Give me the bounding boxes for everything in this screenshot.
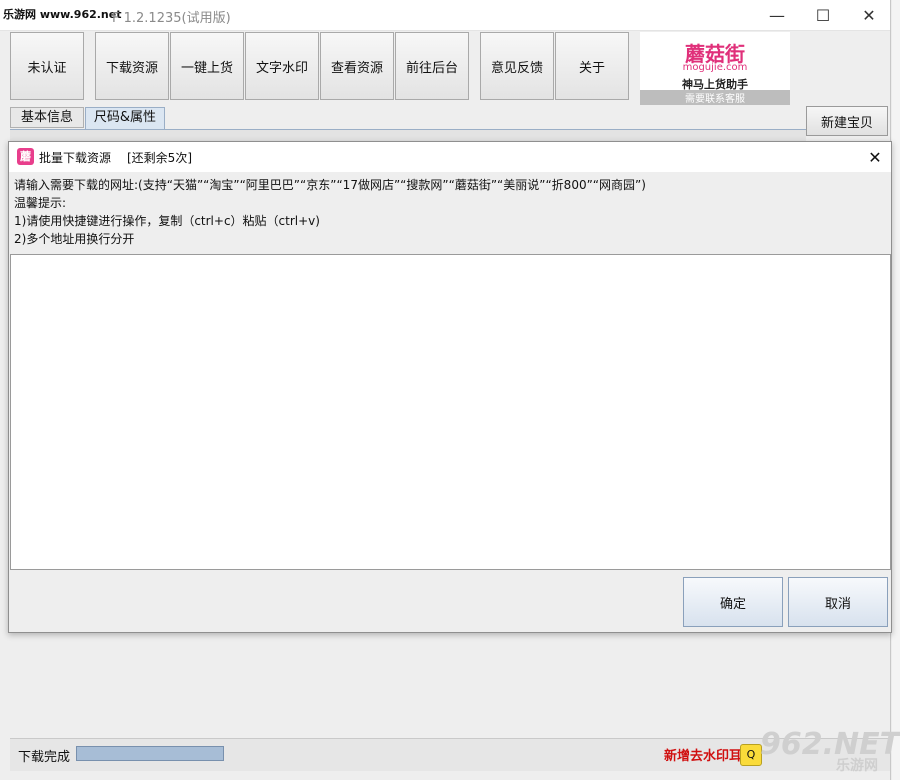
unverified-button[interactable]: 未认证	[10, 32, 84, 100]
tab-size-attributes[interactable]: 尺码&属性	[85, 107, 165, 129]
app-logo-icon: 蘑	[17, 148, 34, 165]
qq-icon[interactable]: Q	[740, 744, 762, 766]
background-window-edge	[892, 0, 900, 780]
text-watermark-button[interactable]: 文字水印	[245, 32, 319, 100]
close-icon[interactable]: ✕	[861, 144, 889, 170]
download-resource-button[interactable]: 下载资源	[95, 32, 169, 100]
instructions: 请输入需要下载的网址:(支持“天猫”“淘宝”“阿里巴巴”“京东”“17做网店”“…	[14, 176, 884, 248]
tab-basic-info[interactable]: 基本信息	[10, 107, 84, 128]
status-bar: 下载完成 新增去水印耳 Q	[10, 738, 890, 771]
close-window-button[interactable]: ✕	[846, 0, 892, 30]
maximize-button[interactable]: ☐	[800, 0, 846, 30]
batch-download-dialog: 蘑 批量下载资源 [还剩余5次] ✕ 请输入需要下载的网址:(支持“天猫”“淘宝…	[8, 141, 892, 633]
feedback-button[interactable]: 意见反馈	[480, 32, 554, 100]
watermark-big-text: 962.NET	[760, 727, 900, 762]
status-text: 下载完成	[18, 750, 71, 765]
mogujie-banner[interactable]: 蘑菇街 mogujie.com 神马上货助手 需要联系客服	[640, 32, 790, 105]
new-item-button[interactable]: 新建宝贝	[806, 106, 888, 136]
banner-contact: 需要联系客服	[640, 90, 790, 105]
dialog-title-bar: 蘑 批量下载资源 [还剩余5次] ✕	[9, 142, 891, 172]
instruction-line: 温馨提示:	[14, 196, 67, 210]
promo-text[interactable]: 新增去水印耳	[664, 745, 742, 764]
confirm-button[interactable]: 确定	[683, 577, 783, 627]
watermark-small-text: 乐游网	[836, 758, 878, 774]
dialog-title: 批量下载资源	[39, 151, 112, 165]
window-title: F 1.2.1235(试用版)	[112, 11, 231, 26]
site-watermark-label: 乐游网 www.962.net	[0, 6, 125, 22]
instruction-line: 2)多个地址用换行分开	[14, 232, 135, 246]
minimize-button[interactable]: —	[754, 0, 800, 30]
banner-url: mogujie.com	[682, 62, 748, 73]
instruction-line: 1)请使用快捷键进行操作，复制（ctrl+c）粘贴（ctrl+v)	[14, 214, 320, 228]
remaining-count: [还剩余5次]	[127, 151, 192, 165]
one-click-upload-button[interactable]: 一键上货	[170, 32, 244, 100]
go-backend-button[interactable]: 前往后台	[395, 32, 469, 100]
download-progress-bar	[76, 746, 224, 761]
url-input[interactable]	[10, 254, 891, 570]
title-bar: 乐游网 www.962.net F 1.2.1235(试用版) — ☐ ✕	[0, 0, 890, 31]
view-resource-button[interactable]: 查看资源	[320, 32, 394, 100]
instruction-line: 请输入需要下载的网址:(支持“天猫”“淘宝”“阿里巴巴”“京东”“17做网店”“…	[14, 178, 646, 192]
site-watermark-logo: 962.NET 乐游网	[760, 727, 900, 775]
cancel-button[interactable]: 取消	[788, 577, 888, 627]
about-button[interactable]: 关于	[555, 32, 629, 100]
